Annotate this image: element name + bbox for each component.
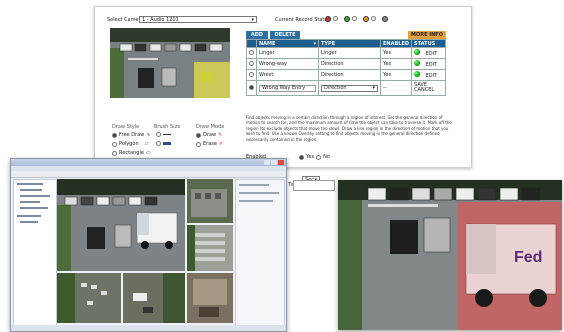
col-enabled: ENABLED — [379, 39, 413, 48]
status-option-orange[interactable] — [362, 15, 376, 22]
record-status-label: Current Record Status: — [275, 17, 332, 23]
panel-lines — [239, 184, 279, 202]
draw-mode-label: Draw Mode — [196, 124, 225, 130]
status-option-green[interactable] — [343, 15, 357, 22]
sort-icon[interactable]: ▾ — [313, 41, 316, 47]
window-titlebar[interactable] — [11, 159, 286, 166]
rule-enabled: Yes — [379, 69, 413, 81]
col-type: TYPE — [318, 39, 381, 48]
table-row[interactable]: Linger Linger Yes EDIT — [246, 47, 446, 59]
stairs-scene — [187, 225, 233, 271]
building-scene — [187, 179, 233, 223]
edit-link[interactable]: EDIT — [426, 51, 438, 57]
sidebar-tree[interactable] — [13, 179, 57, 326]
rules-table: NAME ▾ TYPE ENABLED STATUS Linger Linger… — [246, 39, 446, 96]
edit-link[interactable]: EDIT — [426, 62, 438, 68]
rule-name: Wrong-way — [256, 58, 319, 70]
cancel-link[interactable]: CANCEL — [414, 88, 443, 93]
tab-add[interactable]: ADD — [246, 31, 268, 39]
status-green-icon — [414, 60, 421, 66]
status-bar — [11, 325, 286, 331]
table-row[interactable]: Wrong-way Direction Yes EDIT — [246, 58, 446, 70]
rule-enabled: -- — [379, 80, 413, 96]
thick-brush-icon — [163, 142, 171, 145]
freehand-icon: ∿ — [146, 132, 151, 138]
draw-mode-erase[interactable]: Erase ✐ — [196, 141, 223, 147]
draw-style-rectangle[interactable]: Rectangle ▭ — [112, 150, 151, 156]
parking-lot-scene — [110, 28, 230, 98]
status-option-off[interactable] — [381, 15, 388, 22]
interior-scene — [187, 273, 233, 323]
toolbar[interactable] — [11, 171, 286, 178]
rule-name: Linger — [256, 47, 319, 59]
col-name: NAME — [259, 40, 276, 47]
camera-select-value: 1 - Audio 1201 — [142, 16, 179, 23]
enabled-toggle[interactable]: Yes No — [299, 154, 330, 160]
svg-text:Fed: Fed — [514, 249, 542, 266]
table-header-row: NAME ▾ TYPE ENABLED STATUS — [246, 39, 446, 48]
rule-type: Direction — [318, 58, 381, 70]
eraser-icon: ✐ — [218, 141, 224, 147]
brush-size-label: Brush Size — [154, 124, 181, 130]
rule-type: Linger — [318, 47, 381, 59]
status-option-red[interactable] — [325, 15, 338, 22]
properties-panel — [235, 179, 285, 326]
row-select-radio[interactable] — [249, 50, 254, 55]
rectangle-icon: ▭ — [145, 150, 151, 156]
status-green-icon — [414, 49, 421, 55]
status-green-icon — [414, 71, 421, 77]
minimize-icon[interactable] — [264, 160, 270, 165]
draw-style-label: Draw Style — [112, 124, 140, 130]
row-select-radio[interactable] — [249, 85, 254, 90]
draw-mode-draw[interactable]: Draw ✎ — [196, 132, 222, 138]
rule-type-select[interactable]: Direction ▾ — [321, 84, 378, 92]
row-select-radio[interactable] — [249, 61, 254, 66]
draw-style-free[interactable]: Free Draw ∿ — [112, 132, 150, 138]
camera-feed-5[interactable] — [123, 273, 185, 323]
window-controls — [264, 160, 284, 165]
pencil-icon: ✎ — [218, 132, 223, 138]
aerial-lot-scene — [57, 273, 121, 323]
rule-enabled: Yes — [379, 47, 413, 59]
tab-delete[interactable]: DELETE — [270, 31, 300, 39]
rules-panel: Select Camera: 1 - Audio 1201 ▾ Current … — [94, 6, 472, 183]
table-row[interactable]: Wrest Direction Yes EDIT — [246, 69, 446, 81]
zoomed-parking-scene: Fed — [338, 180, 562, 330]
more-info-button[interactable]: MORE INFO — [408, 31, 446, 39]
rule-name: Wrest — [256, 69, 319, 81]
maximize-icon[interactable] — [271, 160, 277, 165]
draw-style-polygon[interactable]: Polygon ▱ — [112, 141, 149, 147]
camera-preview[interactable] — [110, 28, 230, 98]
driveway-scene — [123, 273, 185, 323]
camera-feed-6[interactable] — [187, 273, 233, 323]
camera-feed-3[interactable] — [187, 225, 233, 271]
edit-link[interactable]: EDIT — [426, 73, 438, 79]
thin-brush-icon — [163, 134, 171, 135]
camera-select[interactable]: 1 - Audio 1201 ▾ — [139, 16, 257, 23]
camera-feed-4[interactable] — [57, 273, 121, 323]
rule-tabs: ADD DELETE — [246, 31, 300, 39]
rule-enabled: Yes — [379, 58, 413, 70]
close-icon[interactable] — [278, 160, 284, 165]
tree-lines — [17, 183, 50, 223]
multi-camera-window — [10, 158, 287, 332]
rule-description: Find objects moving in a certain directi… — [246, 115, 452, 142]
rule-name-input[interactable]: Wrong Way Entry — [259, 84, 316, 92]
rule-type: Direction — [318, 69, 381, 81]
brush-size-large[interactable] — [156, 141, 171, 146]
time-input[interactable] — [293, 180, 335, 191]
camera-feed-2[interactable] — [187, 179, 233, 223]
row-select-radio[interactable] — [249, 72, 254, 77]
record-status-options — [325, 15, 388, 22]
chevron-down-icon: ▾ — [372, 85, 375, 91]
brush-size-small[interactable] — [156, 132, 171, 137]
col-status: STATUS — [411, 39, 446, 48]
camera-feed-main[interactable] — [57, 179, 185, 271]
table-row-editing[interactable]: Wrong Way Entry Direction ▾ -- SAVE CANCEL — [246, 80, 446, 96]
chevron-down-icon: ▾ — [251, 16, 254, 23]
parking-lot-scene — [57, 179, 185, 271]
polygon-icon: ▱ — [144, 141, 149, 147]
zoomed-camera-view[interactable]: Fed — [338, 180, 562, 330]
